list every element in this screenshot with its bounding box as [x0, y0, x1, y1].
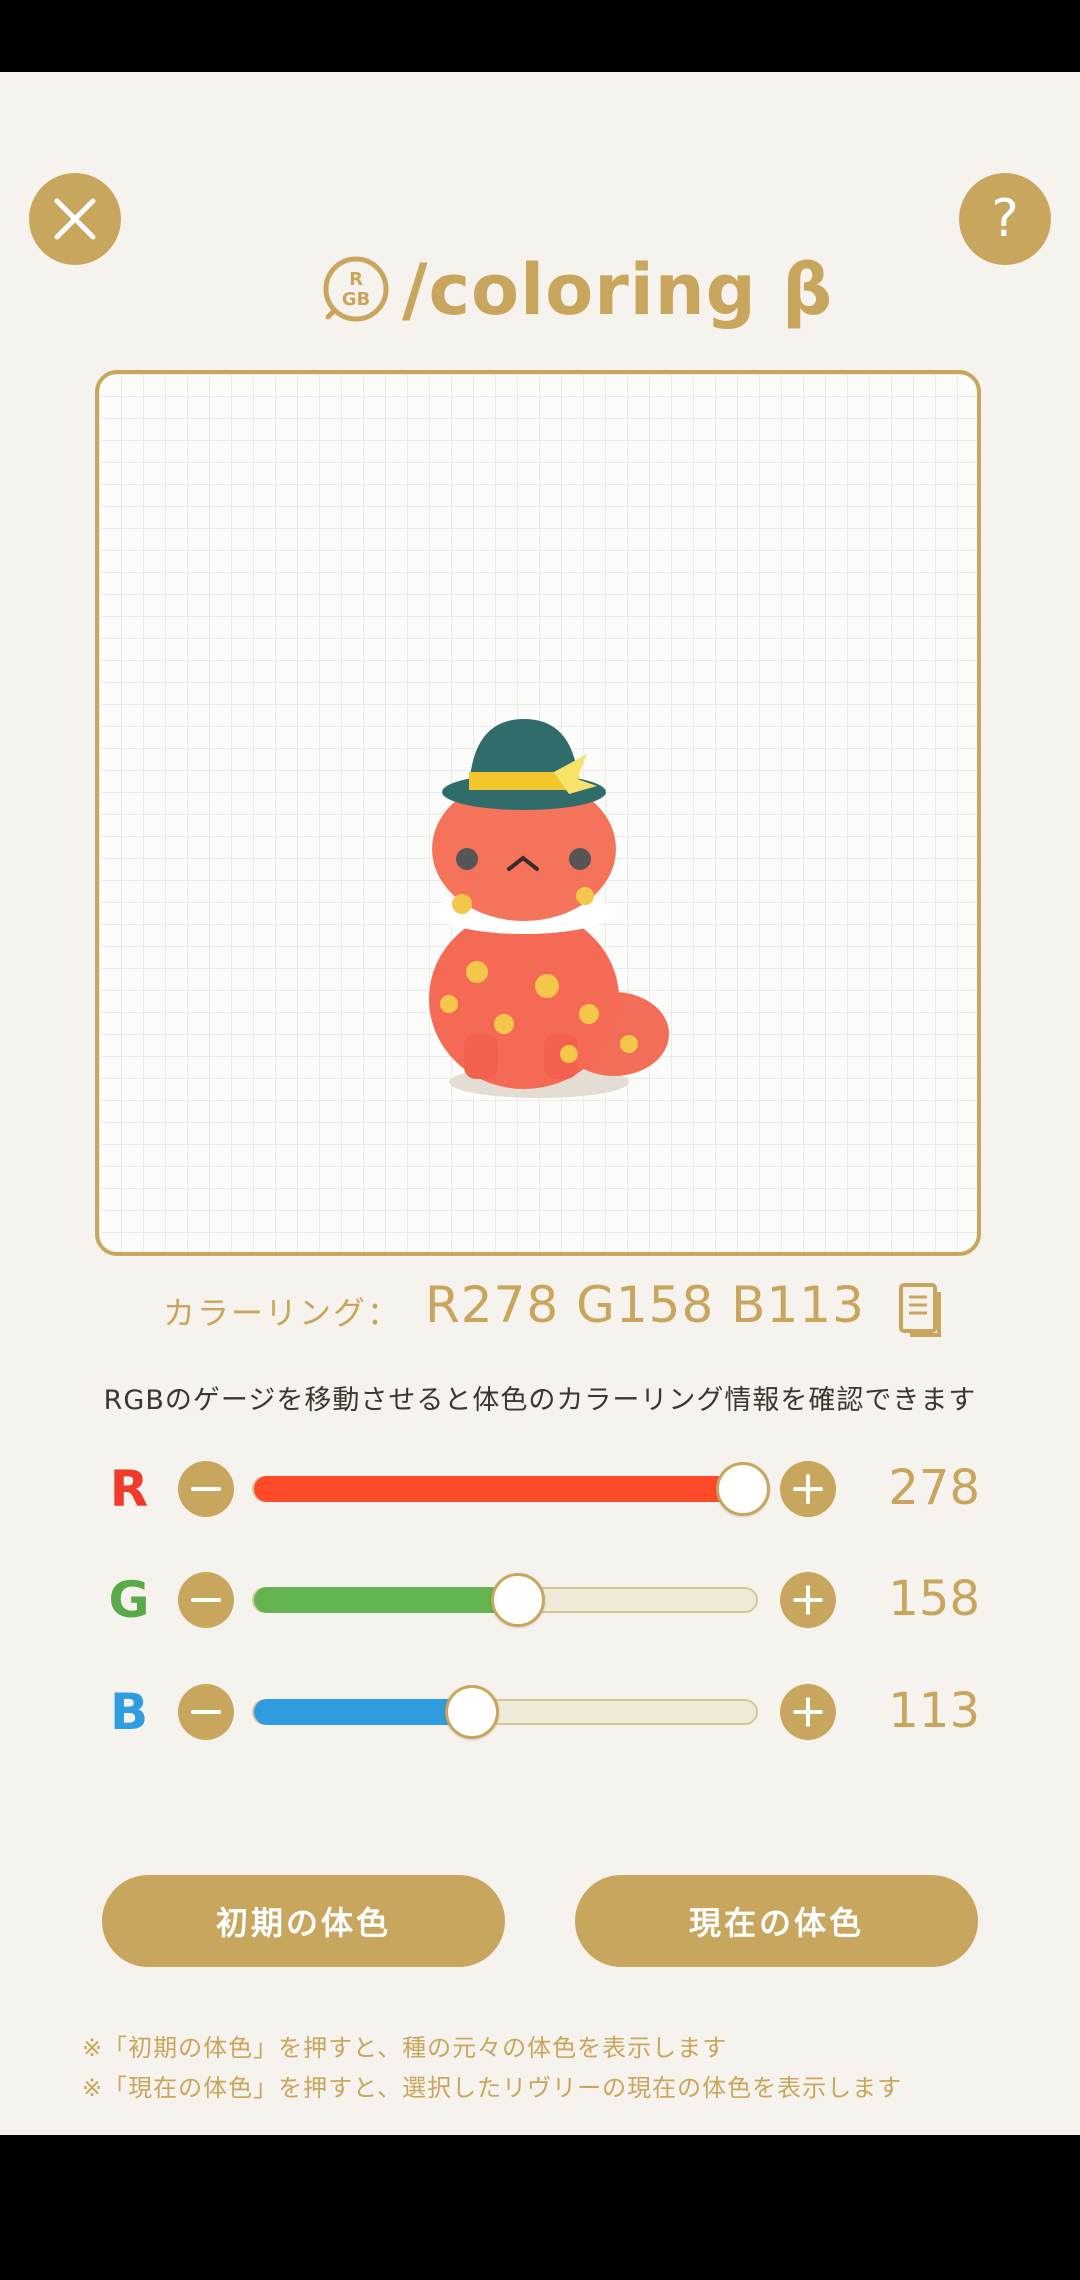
g-plus-button[interactable] — [780, 1572, 836, 1628]
coloring-info: カラーリング： R278 G158 B113 — [0, 1270, 1080, 1350]
help-button[interactable]: ? — [959, 173, 1051, 265]
note-current: ※「現在の体色」を押すと、選択したリヴリーの現在の体色を表示します — [82, 2074, 903, 2102]
app-logo: R GB /coloring β — [320, 240, 833, 340]
coloring-value: R278 G158 B113 — [425, 1276, 865, 1334]
b-slider-thumb[interactable] — [445, 1685, 499, 1739]
help-icon: ? — [991, 189, 1019, 249]
close-button[interactable] — [29, 173, 121, 265]
character-figure — [429, 719, 669, 1098]
g-slider-fill — [254, 1587, 518, 1613]
minus-icon — [191, 1710, 221, 1714]
copy-document-icon[interactable] — [898, 1282, 942, 1338]
b-slider-track[interactable] — [252, 1685, 758, 1739]
plus-icon — [793, 1474, 823, 1504]
rgb-badge-icon: R GB — [323, 256, 389, 322]
svg-text:R: R — [349, 269, 363, 290]
b-minus-button[interactable] — [178, 1684, 234, 1740]
coloring-label: カラーリング： — [163, 1294, 402, 1332]
current-color-button[interactable]: 現在の体色 — [575, 1875, 978, 1967]
status-bar — [0, 0, 1080, 72]
svg-text:GB: GB — [342, 289, 371, 310]
slider-hint: RGBのゲージを移動させると体色のカラーリング情報を確認できます — [103, 1385, 977, 1416]
g-slider-thumb[interactable] — [491, 1573, 545, 1627]
r-value: 278 — [888, 1460, 980, 1516]
r-minus-button[interactable] — [178, 1461, 234, 1517]
g-slider-track[interactable] — [252, 1573, 758, 1627]
initial-color-button[interactable]: 初期の体色 — [102, 1875, 505, 1967]
preview-canvas[interactable] — [95, 370, 981, 1256]
plus-icon — [793, 1585, 823, 1615]
r-slider-fill — [254, 1476, 743, 1502]
b-value: 113 — [888, 1683, 980, 1739]
g-value: 158 — [888, 1571, 980, 1627]
note-initial: ※「初期の体色」を押すと、種の元々の体色を表示します — [82, 2034, 728, 2062]
slider-row-b: B 113 — [0, 1677, 1080, 1747]
r-slider-track[interactable] — [252, 1462, 770, 1516]
plus-icon — [793, 1697, 823, 1727]
minus-icon — [191, 1487, 221, 1491]
app-title: /coloring β — [402, 249, 834, 331]
r-slider-thumb[interactable] — [716, 1462, 770, 1516]
b-slider-fill — [254, 1699, 472, 1725]
channel-letter-r: R — [109, 1460, 149, 1518]
g-minus-button[interactable] — [178, 1572, 234, 1628]
channel-letter-g: G — [108, 1571, 150, 1629]
minus-icon — [191, 1598, 221, 1602]
navigation-bar — [0, 2135, 1080, 2280]
slider-row-r: R 278 — [0, 1454, 1080, 1524]
channel-letter-b: B — [109, 1683, 149, 1741]
b-plus-button[interactable] — [780, 1684, 836, 1740]
r-plus-button[interactable] — [780, 1461, 836, 1517]
slider-row-g: G 158 — [0, 1565, 1080, 1635]
close-icon — [54, 198, 96, 240]
